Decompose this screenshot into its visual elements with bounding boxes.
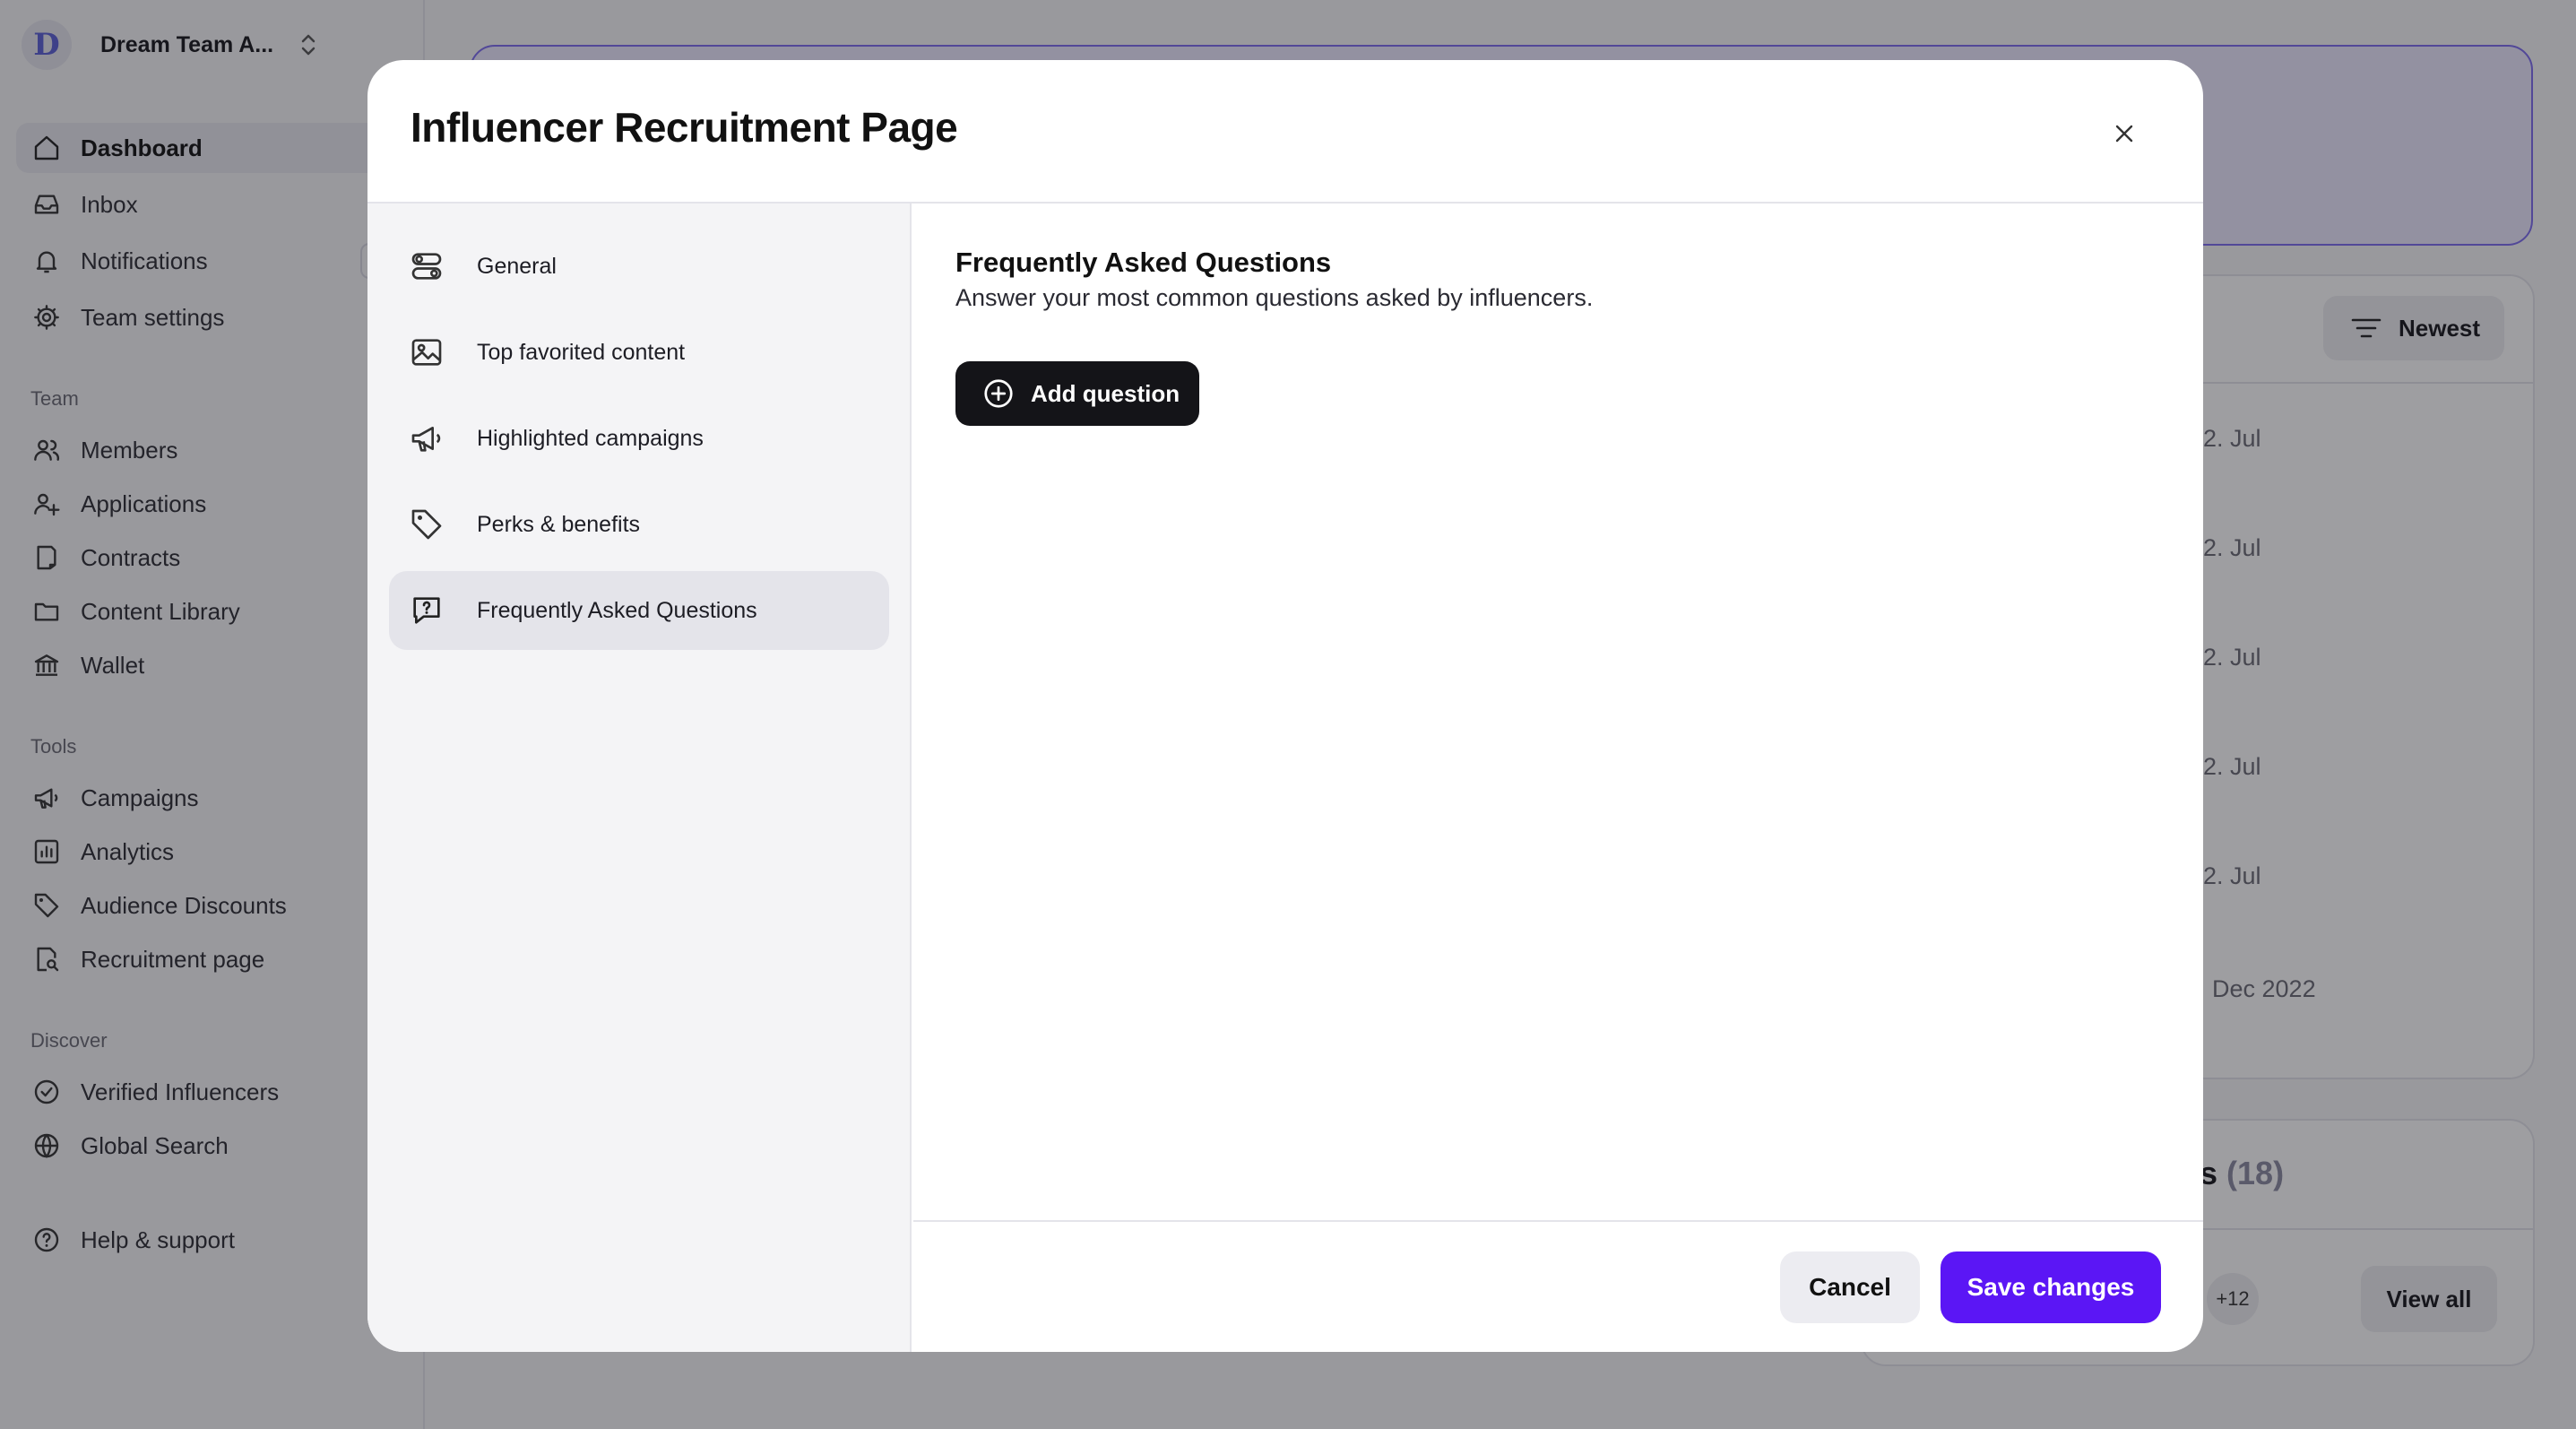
modal-nav-top-favorited-content[interactable]: Top favorited content <box>389 313 889 392</box>
plus-circle-icon <box>984 379 1013 408</box>
recruitment-page-modal: Influencer Recruitment Page General Top … <box>367 60 2203 1352</box>
modal-nav-label: General <box>477 253 557 279</box>
modal-nav-label: Perks & benefits <box>477 511 641 537</box>
modal-nav-label: Highlighted campaigns <box>477 425 704 451</box>
modal-nav-general[interactable]: General <box>389 227 889 306</box>
close-icon <box>2115 125 2133 143</box>
faq-title: Frequently Asked Questions <box>955 247 1332 278</box>
modal-sidebar: General Top favorited content Highlighte… <box>367 204 912 1352</box>
modal-nav-label: Frequently Asked Questions <box>477 597 757 623</box>
modal-title: Influencer Recruitment Page <box>411 104 958 151</box>
modal-nav-label: Top favorited content <box>477 339 686 365</box>
modal-nav-faq[interactable]: Frequently Asked Questions <box>389 571 889 650</box>
save-changes-button[interactable]: Save changes <box>1941 1251 2161 1323</box>
message-question-icon <box>413 597 440 624</box>
modal-footer-divider <box>913 1220 2203 1222</box>
tag-icon <box>411 509 442 540</box>
add-question-button[interactable]: Add question <box>955 361 1199 426</box>
cancel-button[interactable]: Cancel <box>1780 1251 1920 1323</box>
image-icon <box>411 339 442 366</box>
modal-nav-perks-benefits[interactable]: Perks & benefits <box>389 485 889 564</box>
toggles-icon <box>411 253 442 280</box>
faq-subtitle: Answer your most common questions asked … <box>955 284 1594 311</box>
add-question-label: Add question <box>1031 379 1180 407</box>
megaphone-icon <box>411 427 441 452</box>
close-button[interactable] <box>2103 112 2146 155</box>
modal-nav-highlighted-campaigns[interactable]: Highlighted campaigns <box>389 399 889 478</box>
